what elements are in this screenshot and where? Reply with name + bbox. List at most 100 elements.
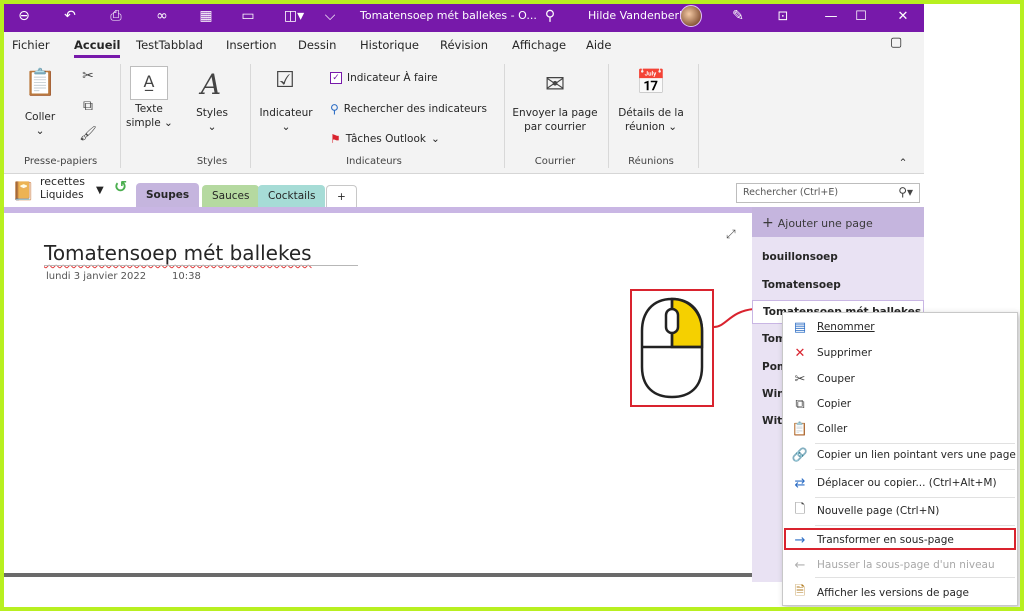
table-icon[interactable]: ▦ [188, 0, 224, 32]
page-item[interactable]: Tomatensoep [762, 279, 841, 291]
section-tab-cocktails[interactable]: Cocktails [258, 185, 326, 207]
menu-item-afficher-versions[interactable]: 🗎 Afficher les versions de page [783, 581, 1019, 605]
indicateur-button[interactable]: Indicateur [258, 106, 314, 120]
texte-button[interactable]: Texte [126, 102, 172, 116]
menu-item-copier-lien[interactable]: 🔗 Copier un lien pointant vers une page [783, 443, 1019, 467]
copy-icon: ⧉ [795, 396, 805, 412]
paste-icon[interactable]: 📋 [24, 68, 56, 98]
restore-icon[interactable]: ⊡ [760, 0, 806, 32]
search-input[interactable]: Rechercher (Ctrl+E) ⚲▾ [736, 183, 920, 203]
right-click-illustration [630, 289, 714, 407]
move-icon: ⇄ [794, 475, 806, 491]
chevron-down-icon[interactable]: ⌄ [276, 120, 296, 134]
copy-icon[interactable]: ⧉ [78, 98, 98, 114]
menu-item-deplacer-copier[interactable]: ⇄ Déplacer ou copier... (Ctrl+Alt+M) [783, 471, 1019, 495]
undo-icon[interactable]: ↶ [52, 0, 88, 32]
tab-dessin[interactable]: Dessin [298, 38, 336, 52]
chevron-up-icon[interactable]: ⌃ [896, 156, 910, 170]
section-tab-sauces[interactable]: Sauces [202, 185, 260, 207]
section-tab-soupes[interactable]: Soupes [136, 183, 200, 207]
notebook-name[interactable]: recettes [40, 175, 85, 188]
group-label-reunions: Réunions [628, 156, 674, 167]
taches-outlook-label: Tâches Outlook [345, 133, 426, 145]
menu-item-couper[interactable]: ✂ Couper [783, 367, 1019, 391]
close-icon[interactable]: ✕ [880, 0, 924, 32]
tab-insertion[interactable]: Insertion [226, 38, 277, 52]
format-painter-icon[interactable]: 🖌 [78, 126, 98, 142]
envoyer-page-button-line2[interactable]: par courrier [512, 120, 598, 134]
styles-button[interactable]: Styles [190, 106, 234, 120]
menu-item-label: Afficher les versions de page [817, 587, 970, 599]
tab-accueil[interactable]: Accueil [74, 38, 121, 58]
tab-revision[interactable]: Révision [440, 38, 488, 52]
paste-icon: 📋 [791, 421, 809, 437]
arrow-left-icon: ← [794, 557, 806, 573]
collapse-ribbon-icon[interactable]: ▢ [890, 35, 902, 50]
tab-fichier[interactable]: Fichier [12, 38, 50, 52]
menu-item-label: Hausser la sous-page d'un niveau [817, 559, 995, 571]
link-page-icon: 🔗 [791, 447, 809, 463]
link-icon[interactable]: ∞ [144, 0, 180, 32]
menu-item-transformer-sous-page[interactable]: → Transformer en sous-page [783, 528, 1019, 552]
details-reunion-button[interactable]: Détails de la [616, 106, 686, 120]
coller-button[interactable]: Coller [20, 110, 60, 124]
tag-star-icon[interactable]: ☑ [270, 68, 300, 93]
menu-item-label: Nouvelle page (Ctrl+N) [817, 505, 940, 517]
page-canvas[interactable]: Tomatensoep mét ballekes lundi 3 janvier… [4, 207, 755, 577]
back-icon[interactable]: ⊖ [6, 0, 42, 32]
menu-item-label: Couper [817, 373, 855, 385]
group-label-indicateurs: Indicateurs [346, 156, 402, 167]
add-section-button[interactable]: + [326, 185, 357, 207]
more-icon[interactable]: ⌵ [312, 0, 348, 32]
notebook-section-group[interactable]: Liquides [40, 189, 84, 201]
envoyer-page-button[interactable]: Envoyer la page [512, 106, 598, 120]
menu-item-supprimer[interactable]: ✕ Supprimer [783, 341, 1019, 365]
rechercher-indicateurs-button[interactable]: ⚲ Rechercher des indicateurs [330, 102, 487, 116]
taches-outlook-button[interactable]: ⚑ Tâches Outlook ⌄ [330, 132, 440, 146]
chevron-down-icon[interactable]: ▼ [96, 185, 104, 196]
menu-separator [815, 525, 1015, 526]
page-title[interactable]: Tomatensoep mét ballekes [44, 241, 312, 265]
sync-icon[interactable]: ↺ [114, 177, 127, 196]
tab-testtabblad[interactable]: TestTabblad [136, 38, 203, 52]
ribbon: 📋 Coller ⌄ ✂ ⧉ 🖌 Presse-papiers A̲ Texte… [4, 58, 924, 174]
pen-icon[interactable]: ✎ [720, 0, 756, 32]
indicateur-a-faire-button[interactable]: ✓ Indicateur À faire [330, 72, 438, 84]
text-format-icon[interactable]: A̲ [130, 66, 168, 100]
separator [120, 64, 121, 168]
delete-icon: ✕ [794, 345, 806, 361]
insert-icon[interactable]: ◫▾ [276, 0, 312, 32]
chevron-down-icon[interactable]: ⌄ [30, 124, 50, 138]
avatar[interactable] [680, 5, 702, 27]
page-item[interactable]: bouillonsoep [762, 251, 838, 263]
menu-item-copier[interactable]: ⧉ Copier [783, 392, 1019, 416]
menu-item-renommer[interactable]: ▤ Renommer [783, 315, 1019, 339]
menu-item-coller[interactable]: 📋 Coller [783, 417, 1019, 441]
cut-icon[interactable]: ✂ [78, 68, 98, 84]
maximize-icon[interactable]: ☐ [838, 0, 884, 32]
open-icon[interactable]: ▭ [230, 0, 266, 32]
add-page-button[interactable]: + Ajouter une page [752, 207, 924, 237]
styles-icon[interactable]: A [196, 68, 226, 101]
chevron-down-icon[interactable]: ⌄ [202, 120, 222, 134]
simple-button[interactable]: simple ⌄ [126, 116, 173, 130]
tab-historique[interactable]: Historique [360, 38, 419, 52]
search-icon[interactable]: ⚲▾ [898, 185, 913, 199]
separator [504, 64, 505, 168]
checkbox-icon: ✓ [330, 72, 342, 84]
email-page-icon[interactable]: ✉ [540, 70, 570, 98]
menu-item-nouvelle-page[interactable]: 🗋 Nouvelle page (Ctrl+N) [783, 499, 1019, 523]
tab-affichage[interactable]: Affichage [512, 38, 566, 52]
flag-icon: ⚑ [330, 132, 341, 146]
user-name[interactable]: Hilde Vandenberk [588, 9, 685, 22]
tab-aide[interactable]: Aide [586, 38, 611, 52]
calendar-icon[interactable]: 📅 [636, 68, 666, 96]
notebook-bar: 📔 recettes Liquides ▼ ↺ Soupes Sauces Co… [4, 175, 924, 207]
search-icon[interactable]: ⚲ [532, 0, 568, 32]
notebook-icon[interactable]: 📔 [12, 181, 34, 202]
menu-item-label: Coller [817, 423, 848, 435]
expand-icon[interactable]: ⤢ [726, 227, 736, 242]
menu-item-label: Supprimer [817, 347, 872, 359]
details-reunion-button-line2[interactable]: réunion ⌄ [616, 120, 686, 134]
print-icon[interactable]: ⎙ [98, 0, 134, 32]
